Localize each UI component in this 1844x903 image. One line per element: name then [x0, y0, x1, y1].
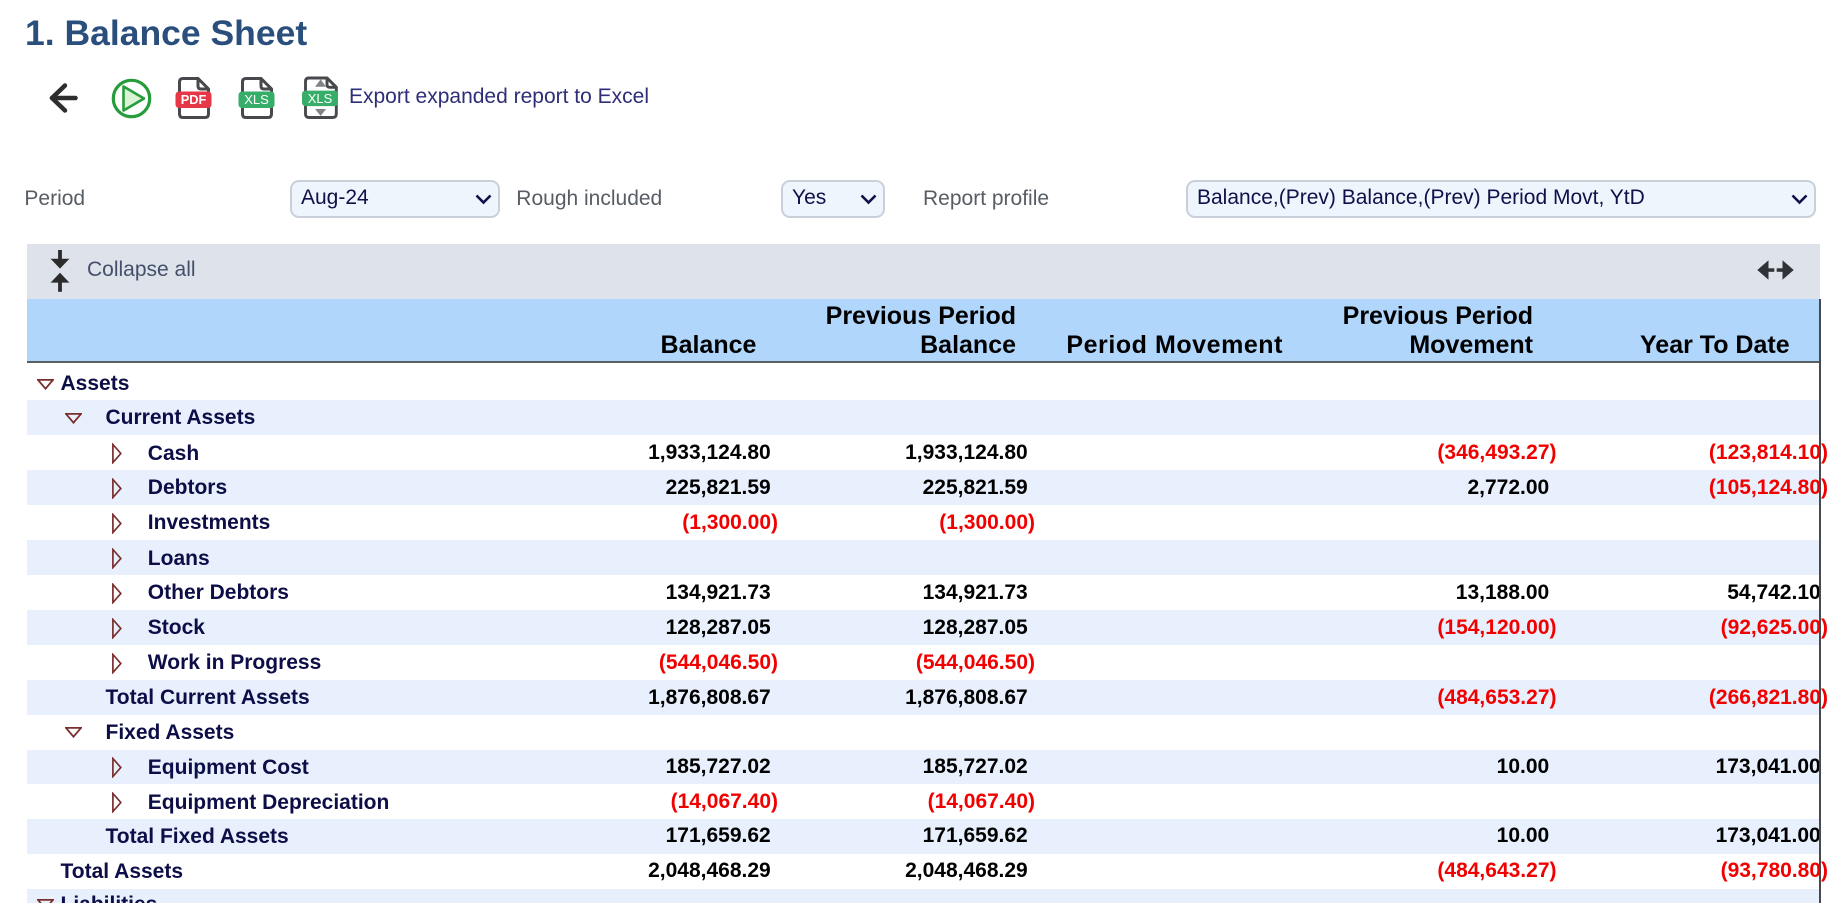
svg-text:XLS: XLS	[308, 91, 333, 106]
svg-text:PDF: PDF	[181, 92, 207, 107]
svg-text:XLS: XLS	[244, 92, 269, 107]
